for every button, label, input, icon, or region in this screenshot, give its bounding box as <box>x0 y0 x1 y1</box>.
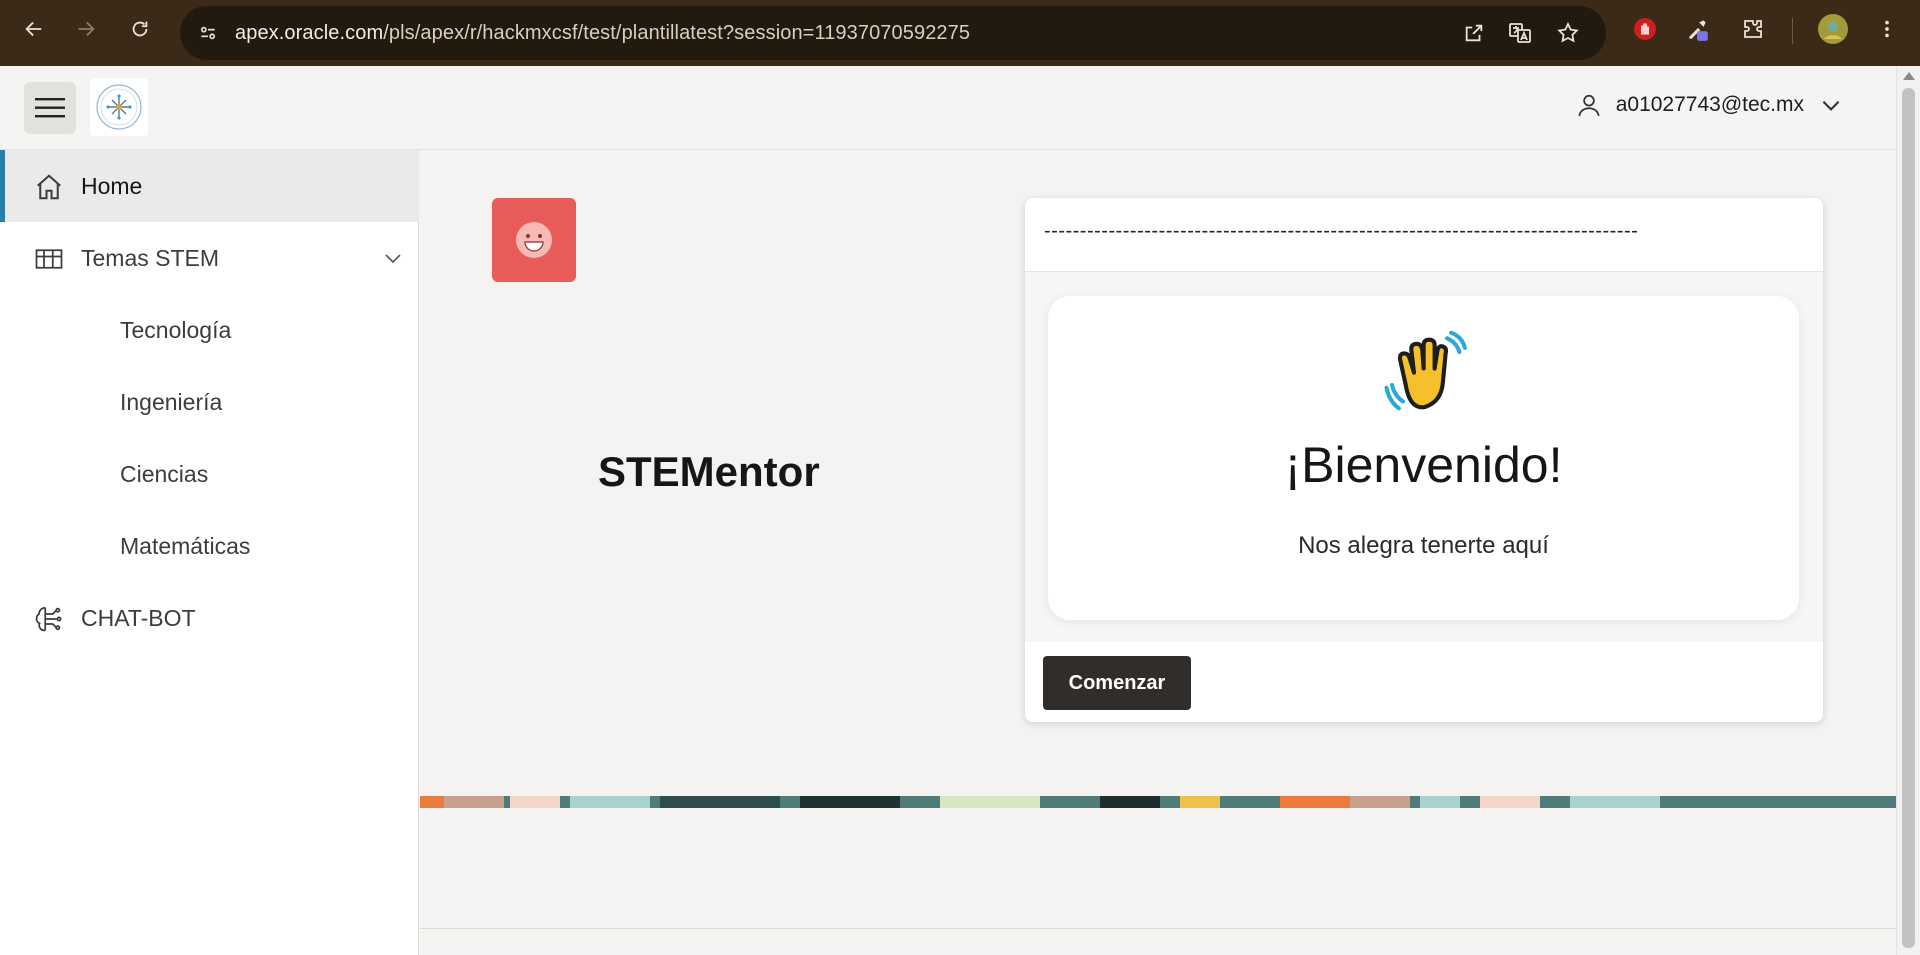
forward-icon <box>78 21 95 37</box>
open-in-app-icon[interactable] <box>1460 19 1488 47</box>
sidebar-item-matematicas[interactable]: Matemáticas <box>0 510 419 582</box>
welcome-subtitle: Nos alegra tenerte aquí <box>1298 532 1549 559</box>
app-header: a01027743@tec.mx <box>0 66 1896 150</box>
back-button[interactable] <box>16 11 52 47</box>
chevron-down-icon[interactable] <box>381 246 405 270</box>
url-host: apex.oracle.com <box>235 22 384 44</box>
decorative-banner <box>420 796 1896 808</box>
sidebar-item-ingenieria[interactable]: Ingeniería <box>0 366 419 438</box>
main-content: STEMentor ------------------------------… <box>420 150 1896 955</box>
profile-avatar-icon[interactable] <box>1818 14 1848 44</box>
menu-toggle-button[interactable] <box>24 82 76 134</box>
sidebar-item-label: Temas STEM <box>81 244 220 271</box>
extensions-puzzle-icon[interactable] <box>1738 14 1768 44</box>
user-email: a01027743@tec.mx <box>1615 93 1804 116</box>
ai-brain-icon <box>35 606 62 632</box>
smiley-face-icon <box>516 222 552 258</box>
app-logo[interactable] <box>90 78 148 136</box>
footer-divider <box>420 928 1896 929</box>
start-button[interactable]: Comenzar <box>1043 656 1191 710</box>
browser-toolbar: apex.oracle.com/pls/apex/r/hackmxcsf/tes… <box>0 0 1920 66</box>
welcome-card: ----------------------------------------… <box>1025 198 1823 722</box>
welcome-panel: ¡Bienvenido! Nos alegra tenerte aquí <box>1048 296 1799 620</box>
waving-hand-icon <box>1384 330 1467 411</box>
card-header: ----------------------------------------… <box>1025 198 1823 272</box>
card-body: ¡Bienvenido! Nos alegra tenerte aquí <box>1025 272 1823 642</box>
user-menu[interactable]: a01027743@tec.mx <box>1576 92 1844 118</box>
card-header-text: ----------------------------------------… <box>1044 220 1639 242</box>
scroll-up-arrow-icon[interactable] <box>1903 72 1915 80</box>
reload-button[interactable] <box>122 11 158 47</box>
page-scrollbar[interactable] <box>1896 66 1920 955</box>
sidebar-item-label: Ingeniería <box>120 388 223 415</box>
back-icon <box>25 21 42 37</box>
forward-button[interactable] <box>68 11 104 47</box>
sidebar-item-label: Home <box>81 172 143 199</box>
sidebar-item-chat-bot[interactable]: CHAT-BOT <box>0 582 419 654</box>
site-settings-icon[interactable] <box>192 17 224 49</box>
sidebar-item-label: Ciencias <box>120 460 209 487</box>
page-title: STEMentor <box>598 448 820 495</box>
extension-eyedropper-icon[interactable] <box>1682 14 1712 44</box>
sidebar-item-home[interactable]: Home <box>0 150 419 222</box>
extension-red-hand-icon[interactable] <box>1630 14 1660 44</box>
hamburger-icon <box>35 98 65 118</box>
sidebar-item-label: Tecnología <box>120 316 232 343</box>
address-bar[interactable]: apex.oracle.com/pls/apex/r/hackmxcsf/tes… <box>180 6 1606 60</box>
scroll-thumb[interactable] <box>1902 88 1915 948</box>
reload-icon <box>132 21 148 37</box>
app-icon-tile <box>492 198 576 282</box>
url-text: apex.oracle.com/pls/apex/r/hackmxcsf/tes… <box>235 22 970 45</box>
url-path: /pls/apex/r/hackmxcsf/test/plantillatest… <box>383 22 971 44</box>
sidebar-item-ciencias[interactable]: Ciencias <box>0 438 419 510</box>
sidebar-item-label: Matemáticas <box>120 532 251 559</box>
sidebar-item-temas-stem[interactable]: Temas STEM <box>0 222 419 294</box>
welcome-title: ¡Bienvenido! <box>1284 437 1563 493</box>
toolbar-divider <box>1792 18 1793 44</box>
home-icon <box>37 174 61 200</box>
bookmark-star-icon[interactable] <box>1554 19 1582 47</box>
more-vert-icon[interactable] <box>1872 14 1902 44</box>
sidebar-item-label: CHAT-BOT <box>81 604 196 631</box>
user-icon <box>1578 94 1600 117</box>
logo-icon <box>96 84 142 130</box>
chevron-down-icon <box>1822 100 1840 111</box>
translate-icon[interactable] <box>1506 19 1534 47</box>
grid-icon <box>35 249 63 269</box>
sidebar-item-tecnologia[interactable]: Tecnología <box>0 294 419 366</box>
sidebar-nav: Home Temas STEM Tecnología Ingeniería Ci… <box>0 150 419 955</box>
